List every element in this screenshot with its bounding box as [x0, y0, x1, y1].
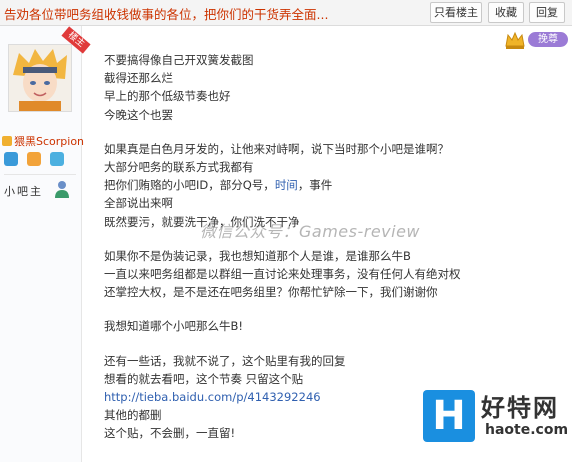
- logo-name: 好特网: [481, 394, 559, 422]
- level-icon: [2, 136, 12, 146]
- post-line: 还掌控大权，是不是还在吧务组里？你帮忙铲除一下，我们谢谢你: [104, 285, 438, 300]
- post-line: 不要搞得像自己开双簧发截图: [104, 53, 254, 67]
- only-view-owner-button[interactable]: 只看楼主: [430, 2, 482, 23]
- time-link[interactable]: 时间: [275, 178, 298, 192]
- post-line: 大部分吧务的联系方式我都有: [104, 160, 254, 175]
- badge-row: [4, 151, 68, 170]
- post-line: 今晚这个也罢: [104, 107, 173, 122]
- avatar[interactable]: [8, 44, 72, 112]
- badge-icon-3[interactable]: [50, 152, 65, 166]
- support-button[interactable]: 挽尊: [528, 32, 568, 47]
- site-logo[interactable]: H 好特网 haote.com: [419, 386, 572, 462]
- post-line: 我想知道哪个小吧那么牛B!: [104, 319, 243, 334]
- post-line: 全部说出来啊: [104, 196, 173, 211]
- post-line: 把你们贿赂的小吧ID，部分Q号，时间，事件: [104, 178, 333, 193]
- username[interactable]: 猥黑Scorpion: [2, 133, 84, 149]
- role-label: 小吧主: [4, 185, 43, 198]
- watermark: 微信公众号：Games-review: [200, 222, 421, 241]
- post-line: 还有一些话，我就不说了，这个贴里有我的回复: [104, 353, 346, 368]
- divider: [4, 174, 76, 175]
- logo-letter: H: [432, 393, 466, 439]
- crown-icon: [505, 31, 525, 49]
- thread-header: 告劝各位带吧务组收钱做事的各位，把你们的干货弄全面... 只看楼主 收藏 回复: [0, 0, 572, 26]
- post-line: 如果你不是伪装记录，我也想知道那个人是谁，是谁那么牛B: [104, 248, 411, 263]
- badge-icon-1[interactable]: [4, 152, 18, 166]
- favorite-button[interactable]: 收藏: [488, 2, 524, 23]
- moderator-person-icon: [55, 181, 69, 198]
- post-line: 截得还那么烂: [104, 71, 173, 86]
- username-text[interactable]: 猥黑Scorpion: [14, 135, 84, 148]
- post-line: 一直以来吧务组都是以群组一直讨论来处理事务，没有任何人有绝对权: [104, 267, 461, 282]
- post-line: 早上的那个低级节奏也好: [104, 89, 231, 104]
- logo-url: haote.com: [485, 422, 569, 438]
- reply-button[interactable]: 回复: [529, 2, 565, 23]
- post-content: 不要搞得像自己开双簧发截图 截得还那么烂 早上的那个低级节奏也好 今晚这个也罢 …: [104, 51, 504, 443]
- author-sidebar: 楼主 猥黑Scorpion 小吧主: [0, 26, 91, 462]
- thread-title[interactable]: 告劝各位带吧务组收钱做事的各位，把你们的干货弄全面...: [4, 4, 424, 23]
- post-line: 如果真是白色月牙发的，让他来对峙啊，说下当时那个小吧是谁啊？: [104, 141, 449, 156]
- badge-icon-2[interactable]: [27, 152, 42, 166]
